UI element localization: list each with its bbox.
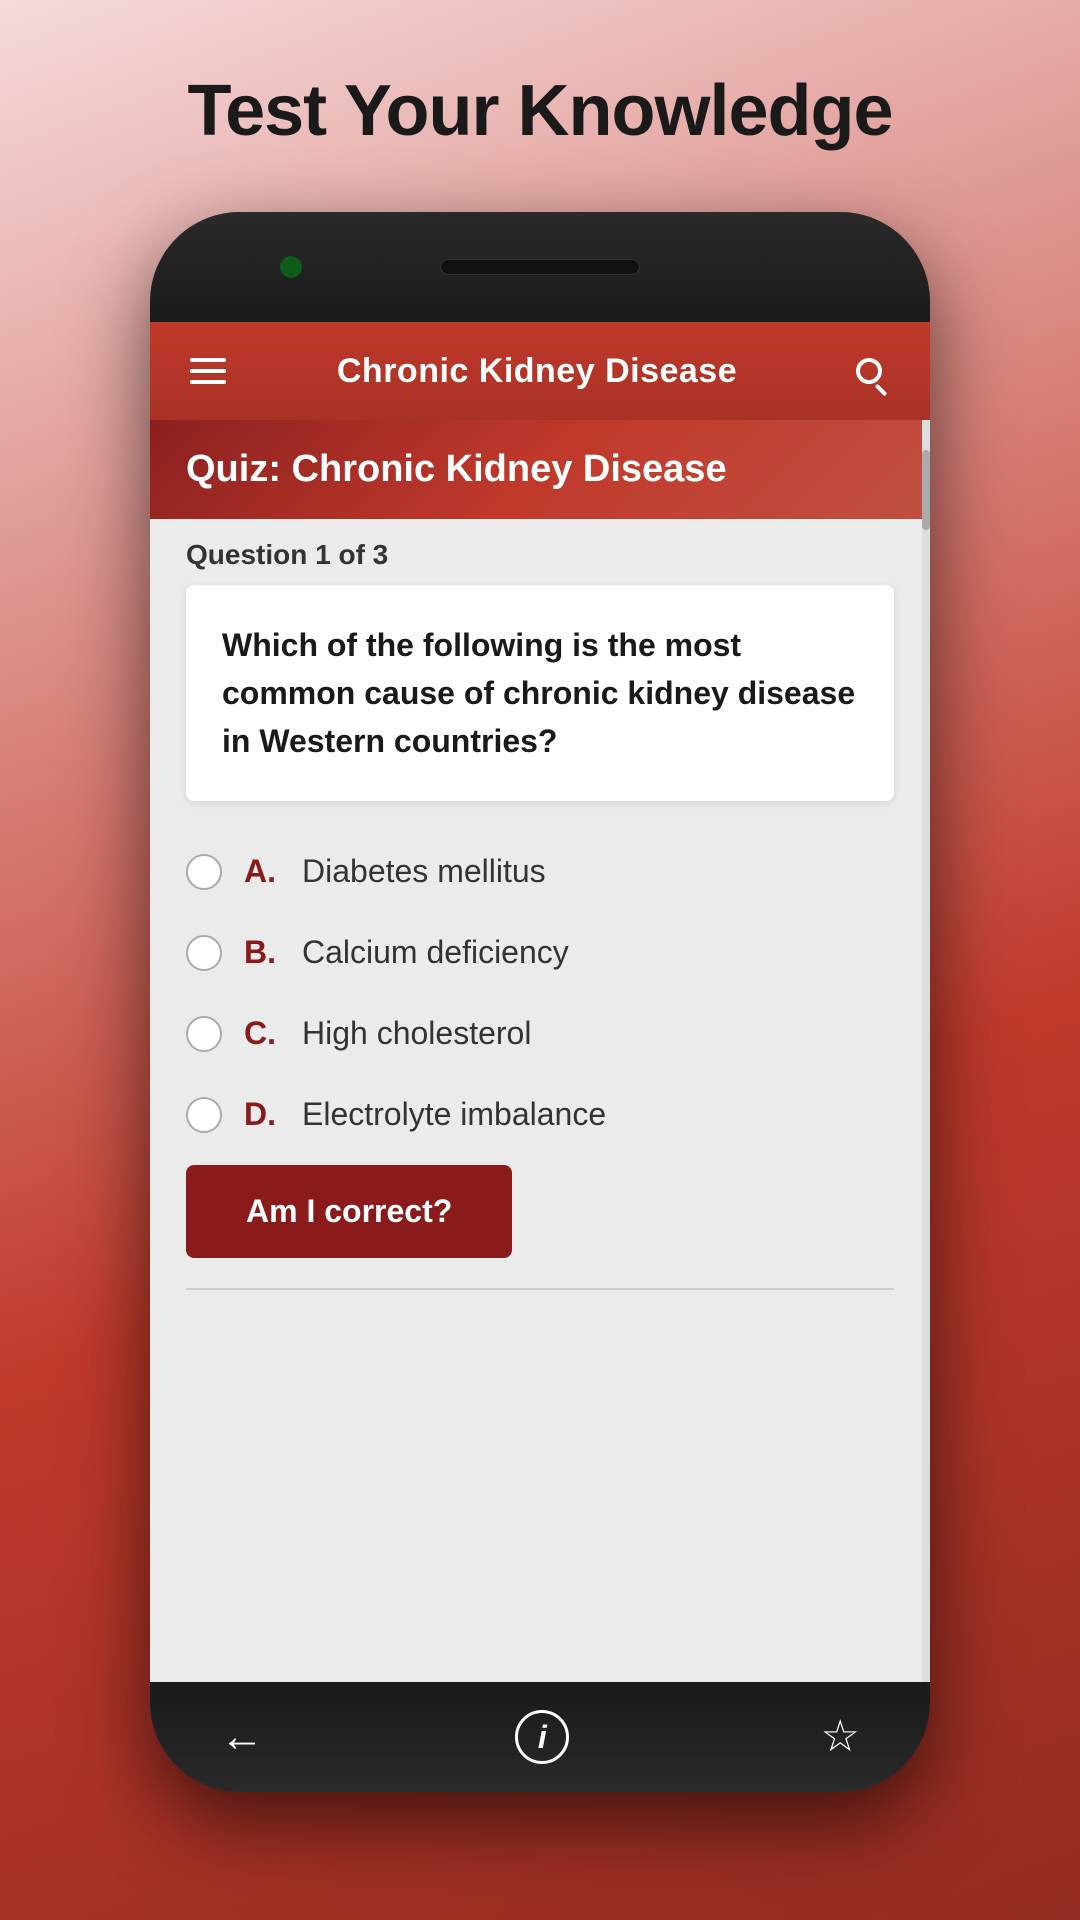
info-icon: i bbox=[515, 1710, 569, 1764]
radio-b[interactable] bbox=[186, 935, 222, 971]
empty-content-area bbox=[150, 1290, 930, 1682]
radio-c[interactable] bbox=[186, 1016, 222, 1052]
screen-inner: Quiz: Chronic Kidney Disease Question 1 … bbox=[150, 420, 930, 1682]
phone-screen: Chronic Kidney Disease Quiz: Chronic Kid… bbox=[150, 322, 930, 1682]
answer-letter-d: D. bbox=[244, 1096, 284, 1133]
answer-option-d[interactable]: D. Electrolyte imbalance bbox=[150, 1074, 930, 1155]
scrollbar-thumb[interactable] bbox=[922, 450, 930, 530]
back-arrow-icon: ← bbox=[220, 1715, 264, 1759]
question-text: Which of the following is the most commo… bbox=[222, 621, 858, 765]
check-answer-button[interactable]: Am I correct? bbox=[186, 1165, 512, 1258]
star-icon: ☆ bbox=[821, 1715, 860, 1759]
answer-option-b[interactable]: B. Calcium deficiency bbox=[150, 912, 930, 993]
answer-letter-a: A. bbox=[244, 853, 284, 890]
search-button[interactable] bbox=[848, 350, 890, 392]
menu-icon-line bbox=[190, 369, 226, 373]
answer-text-a: Diabetes mellitus bbox=[302, 853, 546, 890]
search-icon bbox=[856, 358, 882, 384]
quiz-banner-title: Quiz: Chronic Kidney Disease bbox=[186, 448, 727, 490]
quiz-content: Quiz: Chronic Kidney Disease Question 1 … bbox=[150, 420, 930, 1682]
menu-icon-line bbox=[190, 358, 226, 362]
answer-option-a[interactable]: A. Diabetes mellitus bbox=[150, 831, 930, 912]
radio-d[interactable] bbox=[186, 1097, 222, 1133]
phone-bottom-bezel: ← i ☆ bbox=[150, 1682, 930, 1792]
radio-a[interactable] bbox=[186, 854, 222, 890]
answer-letter-b: B. bbox=[244, 934, 284, 971]
phone-camera bbox=[280, 256, 302, 278]
question-box: Which of the following is the most commo… bbox=[186, 585, 894, 801]
app-header-title: Chronic Kidney Disease bbox=[337, 352, 737, 391]
scrollbar-track[interactable] bbox=[922, 420, 930, 1682]
phone-speaker bbox=[440, 259, 640, 275]
menu-icon-line bbox=[190, 380, 226, 384]
search-icon-handle bbox=[875, 384, 888, 397]
info-button[interactable]: i bbox=[515, 1710, 569, 1764]
question-counter: Question 1 of 3 bbox=[150, 519, 930, 585]
page-title: Test Your Knowledge bbox=[187, 70, 892, 152]
back-button[interactable]: ← bbox=[220, 1715, 264, 1759]
quiz-banner: Quiz: Chronic Kidney Disease bbox=[150, 420, 930, 519]
answer-option-c[interactable]: C. High cholesterol bbox=[150, 993, 930, 1074]
answer-text-d: Electrolyte imbalance bbox=[302, 1096, 606, 1133]
answer-letter-c: C. bbox=[244, 1015, 284, 1052]
star-button[interactable]: ☆ bbox=[821, 1715, 860, 1759]
answer-text-c: High cholesterol bbox=[302, 1015, 531, 1052]
menu-button[interactable] bbox=[190, 358, 226, 384]
phone-top-bezel bbox=[150, 212, 930, 322]
answer-text-b: Calcium deficiency bbox=[302, 934, 569, 971]
app-header: Chronic Kidney Disease bbox=[150, 322, 930, 420]
phone-shell: Chronic Kidney Disease Quiz: Chronic Kid… bbox=[150, 212, 930, 1792]
